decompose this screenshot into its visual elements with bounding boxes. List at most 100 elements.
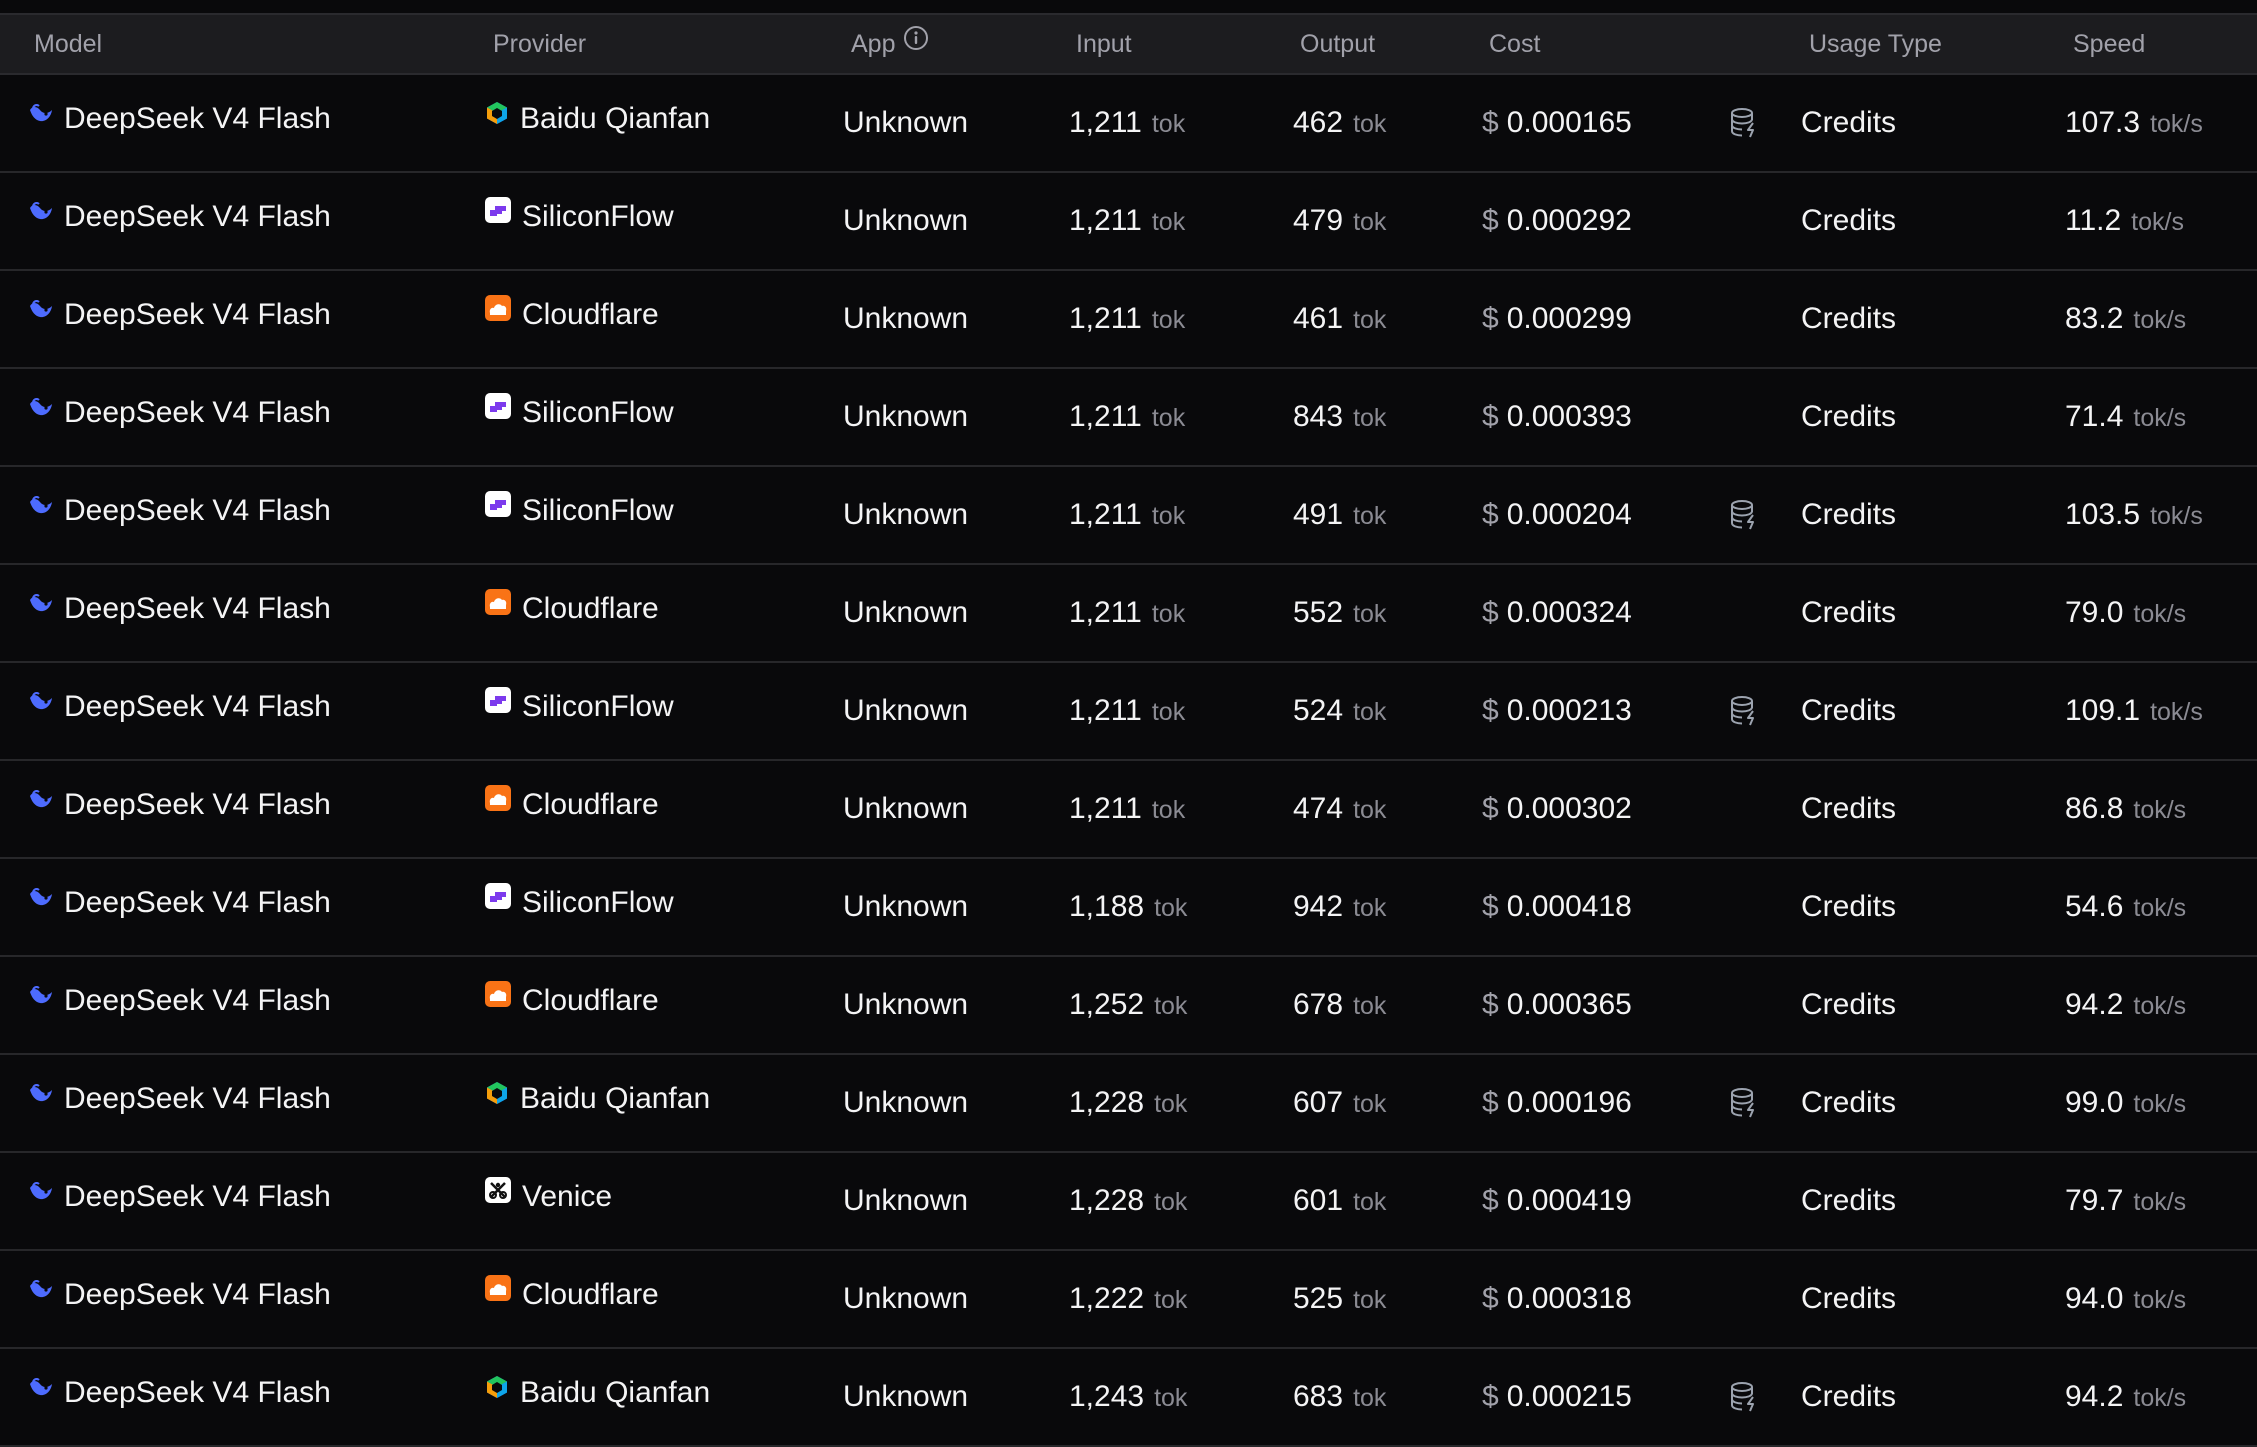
model-cell[interactable]: DeepSeek V4 Flash: [28, 1051, 331, 1147]
venice-icon: [484, 1147, 512, 1243]
provider-cell[interactable]: Baidu Qianfan: [484, 1345, 710, 1441]
app-cell: Unknown: [843, 792, 969, 825]
currency-symbol: $: [1482, 106, 1499, 139]
provider-cell[interactable]: SiliconFlow: [484, 463, 674, 559]
model-cell[interactable]: DeepSeek V4 Flash: [28, 1345, 331, 1441]
input-cell: 1,211 tok: [1069, 761, 1185, 857]
deepseek-icon: [28, 755, 54, 851]
output-value: 491: [1293, 498, 1344, 531]
header-app-label: App: [851, 30, 896, 58]
usage-type-cell: Credits: [1801, 792, 1897, 825]
header-usage-type[interactable]: Usage Type: [1809, 15, 1942, 73]
database-bolt-icon[interactable]: [1728, 663, 1762, 759]
app-cell: Unknown: [843, 302, 969, 335]
usage-type-cell: Credits: [1801, 400, 1897, 433]
cost-value: 0.000213: [1506, 694, 1632, 727]
cost-value: 0.000418: [1506, 890, 1632, 923]
provider-cell[interactable]: Venice: [484, 1149, 612, 1245]
input-cell: 1,252 tok: [1069, 957, 1187, 1053]
table-row[interactable]: DeepSeek V4 Flash SiliconFlow Unknown 1,211…: [0, 173, 2257, 271]
provider-cell[interactable]: SiliconFlow: [484, 169, 674, 265]
database-bolt-icon[interactable]: [1728, 467, 1762, 563]
header-model[interactable]: Model: [34, 15, 102, 73]
input-value: 1,252: [1069, 988, 1145, 1021]
provider-cell[interactable]: Cloudflare: [484, 1247, 659, 1343]
table-row[interactable]: DeepSeek V4 Flash SiliconFlow Unknown 1,211…: [0, 369, 2257, 467]
header-provider[interactable]: Provider: [493, 15, 586, 73]
database-bolt-icon[interactable]: [1728, 1055, 1762, 1151]
speed-unit: tok/s: [2133, 1286, 2187, 1314]
usage-type-cell: Credits: [1801, 1282, 1897, 1315]
output-value: 461: [1293, 302, 1344, 335]
table-row[interactable]: DeepSeek V4 Flash Baidu Qianfan Unknown 1,2…: [0, 75, 2257, 173]
cost-cell: $0.000299: [1482, 271, 1632, 367]
header-cost[interactable]: Cost: [1489, 15, 1540, 73]
output-cell: 942 tok: [1293, 859, 1386, 955]
model-cell[interactable]: DeepSeek V4 Flash: [28, 169, 331, 265]
app-cell: Unknown: [843, 1380, 969, 1413]
model-cell[interactable]: DeepSeek V4 Flash: [28, 953, 331, 1049]
table-row[interactable]: DeepSeek V4 Flash Cloudflare Unknown 1,211 t…: [0, 565, 2257, 663]
provider-cell[interactable]: Cloudflare: [484, 267, 659, 363]
input-value: 1,211: [1069, 302, 1142, 335]
cost-cell: $0.000418: [1482, 859, 1632, 955]
model-cell[interactable]: DeepSeek V4 Flash: [28, 1149, 331, 1245]
output-unit: tok: [1353, 1286, 1387, 1314]
database-bolt-icon[interactable]: [1728, 1349, 1762, 1445]
model-cell[interactable]: DeepSeek V4 Flash: [28, 757, 331, 853]
output-unit: tok: [1353, 698, 1387, 726]
header-speed[interactable]: Speed: [2073, 15, 2145, 73]
table-row[interactable]: DeepSeek V4 Flash Cloudflare Unknown 1,222 t…: [0, 1251, 2257, 1349]
table-row[interactable]: DeepSeek V4 Flash SiliconFlow Unknown 1,188…: [0, 859, 2257, 957]
model-cell[interactable]: DeepSeek V4 Flash: [28, 463, 331, 559]
model-cell[interactable]: DeepSeek V4 Flash: [28, 267, 331, 363]
table-row[interactable]: DeepSeek V4 Flash SiliconFlow Unknown 1,211…: [0, 663, 2257, 761]
deepseek-icon: [28, 1147, 54, 1243]
table-row[interactable]: DeepSeek V4 Flash Baidu Qianfan Unknown 1,2…: [0, 1349, 2257, 1447]
table-row[interactable]: DeepSeek V4 Flash Venice Unknown 1,228 tok 60…: [0, 1153, 2257, 1251]
output-value: 525: [1293, 1282, 1344, 1315]
output-unit: tok: [1353, 1384, 1387, 1412]
provider-name: Cloudflare: [522, 1278, 659, 1311]
input-unit: tok: [1151, 404, 1186, 432]
model-name: DeepSeek V4 Flash: [64, 788, 331, 821]
model-name: DeepSeek V4 Flash: [64, 1082, 331, 1115]
header-output[interactable]: Output: [1300, 15, 1375, 73]
model-cell[interactable]: DeepSeek V4 Flash: [28, 561, 331, 657]
provider-cell[interactable]: Cloudflare: [484, 561, 659, 657]
output-cell: 462 tok: [1293, 75, 1386, 171]
info-icon[interactable]: [903, 14, 929, 72]
provider-cell[interactable]: Cloudflare: [484, 757, 659, 853]
provider-cell[interactable]: Baidu Qianfan: [484, 1051, 710, 1147]
model-cell[interactable]: DeepSeek V4 Flash: [28, 855, 331, 951]
siliconflow-icon: [484, 461, 512, 557]
table-row[interactable]: DeepSeek V4 Flash Baidu Qianfan Unknown 1,2…: [0, 1055, 2257, 1153]
provider-cell[interactable]: Baidu Qianfan: [484, 71, 710, 167]
input-cell: 1,211 tok: [1069, 565, 1185, 661]
baidu-qianfan-icon: [484, 1049, 510, 1145]
provider-cell[interactable]: SiliconFlow: [484, 365, 674, 461]
table-row[interactable]: DeepSeek V4 Flash Cloudflare Unknown 1,252 t…: [0, 957, 2257, 1055]
baidu-qianfan-icon: [484, 1343, 510, 1439]
header-app[interactable]: App: [851, 15, 929, 73]
deepseek-icon: [28, 265, 54, 361]
siliconflow-icon: [484, 167, 512, 263]
header-input[interactable]: Input: [1076, 15, 1132, 73]
provider-cell[interactable]: SiliconFlow: [484, 659, 674, 755]
table-row[interactable]: DeepSeek V4 Flash Cloudflare Unknown 1,211 t…: [0, 271, 2257, 369]
input-value: 1,211: [1069, 106, 1142, 139]
table-row[interactable]: DeepSeek V4 Flash Cloudflare Unknown 1,211 t…: [0, 761, 2257, 859]
model-cell[interactable]: DeepSeek V4 Flash: [28, 1247, 331, 1343]
table-row[interactable]: DeepSeek V4 Flash SiliconFlow Unknown 1,211…: [0, 467, 2257, 565]
output-value: 843: [1293, 400, 1344, 433]
model-cell[interactable]: DeepSeek V4 Flash: [28, 365, 331, 461]
model-cell[interactable]: DeepSeek V4 Flash: [28, 71, 331, 167]
speed-value: 79.7: [2065, 1184, 2124, 1217]
provider-cell[interactable]: Cloudflare: [484, 953, 659, 1049]
cost-cell: $0.000213: [1482, 663, 1632, 759]
model-cell[interactable]: DeepSeek V4 Flash: [28, 659, 331, 755]
provider-cell[interactable]: SiliconFlow: [484, 855, 674, 951]
deepseek-icon: [28, 69, 54, 165]
database-bolt-icon[interactable]: [1728, 75, 1762, 171]
currency-symbol: $: [1482, 302, 1499, 335]
